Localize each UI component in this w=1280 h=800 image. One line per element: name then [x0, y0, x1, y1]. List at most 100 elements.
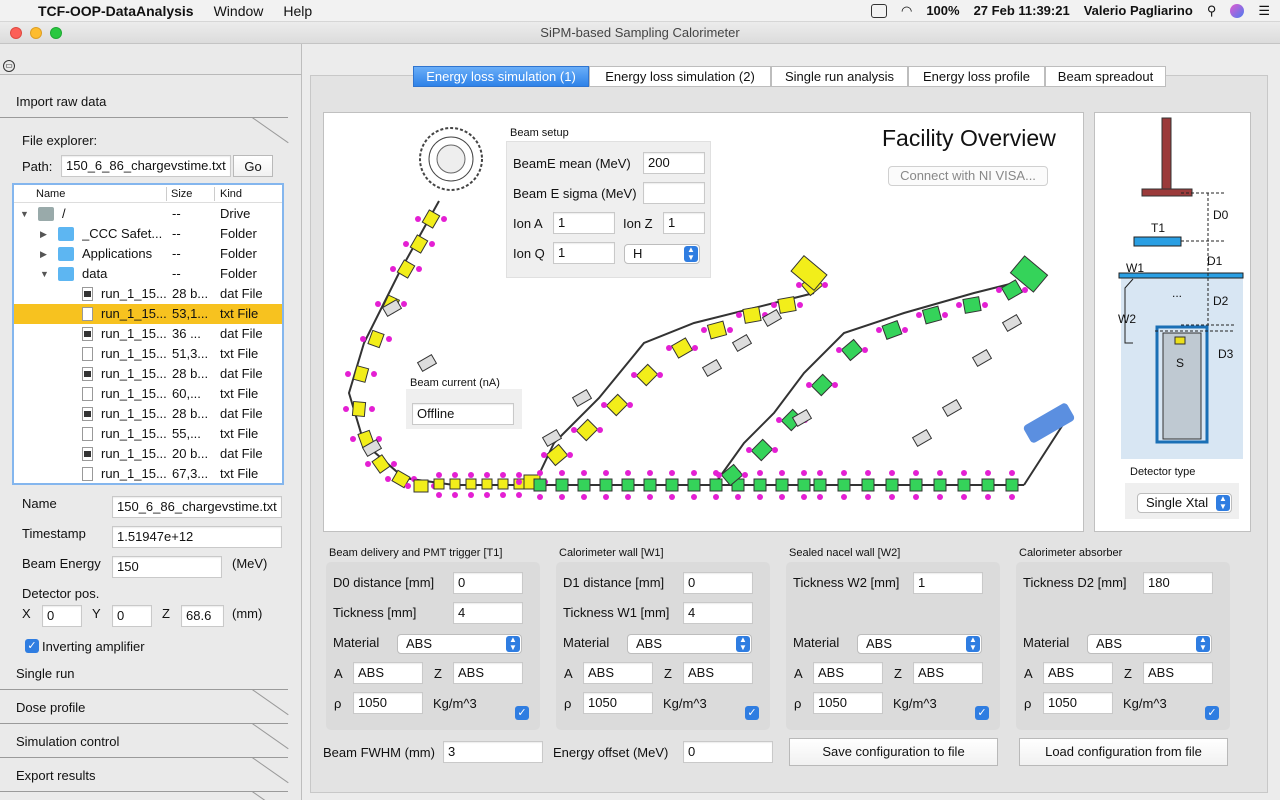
tree-row[interactable]: run_1_15... 20 b... dat File	[14, 444, 282, 464]
path-input[interactable]: 150_6_86_chargevstime.txt	[61, 155, 231, 177]
tree-row-name: Applications	[82, 246, 153, 261]
disclosure-triangle-icon[interactable]: ▼	[20, 204, 29, 224]
section-dose-profile[interactable]: Dose profile	[0, 694, 288, 724]
detach-icon[interactable]: ▭	[3, 60, 15, 72]
disclosure-triangle-icon[interactable]: ▶	[40, 224, 47, 244]
rho-field[interactable]: 1050	[1043, 692, 1113, 714]
material-select[interactable]: ABS ▲ ▼	[1087, 634, 1212, 654]
group-enable-checkbox[interactable]: ✓	[515, 706, 529, 720]
rho-field[interactable]: 1050	[813, 692, 883, 714]
tree-row[interactable]: run_1_15... 55,... txt File	[14, 424, 282, 444]
tree-row[interactable]: ▼ data -- Folder	[14, 264, 282, 284]
disclosure-triangle-icon[interactable]: ▶	[40, 244, 47, 264]
z-field[interactable]: ABS	[1143, 662, 1213, 684]
beam-setup-label: Beam setup	[510, 127, 569, 139]
connect-visa-button[interactable]: Connect with NI VISA...	[888, 166, 1048, 186]
name-field[interactable]: 150_6_86_chargevstime.txt	[112, 496, 282, 518]
detector-type-select[interactable]: Single Xtal ▲ ▼	[1137, 493, 1232, 513]
ion-z-field[interactable]: 1	[663, 212, 705, 234]
field1-input[interactable]: 0	[453, 572, 523, 594]
group-enable-checkbox[interactable]: ✓	[745, 706, 759, 720]
energy-offset-field[interactable]: 0	[683, 741, 773, 763]
field2-input[interactable]: 4	[683, 602, 753, 624]
file-tree[interactable]: Name Size Kind ▼ / -- Drive ▶ _CCC Safet... --…	[12, 183, 284, 485]
tree-row[interactable]: run_1_15... 60,... txt File	[14, 384, 282, 404]
tab-single-run-analysis[interactable]: Single run analysis	[771, 66, 908, 87]
section-single-run[interactable]: Single run	[0, 660, 288, 690]
ion-species-select[interactable]: H ▲ ▼	[624, 244, 700, 264]
beamE-mean-field[interactable]: 200	[643, 152, 705, 174]
battery-label[interactable]: 100%	[926, 3, 959, 18]
tab-energy-loss-profile[interactable]: Energy loss profile	[908, 66, 1045, 87]
beam-energy-field[interactable]: 150	[112, 556, 222, 578]
tree-row[interactable]: ▶ Applications -- Folder	[14, 244, 282, 264]
field1-input[interactable]: 180	[1143, 572, 1213, 594]
section-simulation-control[interactable]: Simulation control	[0, 728, 288, 758]
column-kind[interactable]: Kind	[220, 185, 242, 203]
wifi-icon[interactable]: ◠	[901, 3, 912, 19]
tree-row[interactable]: ▼ / -- Drive	[14, 204, 282, 224]
zoom-icon[interactable]	[50, 27, 62, 39]
rho-field[interactable]: 1050	[353, 692, 423, 714]
tree-row[interactable]: run_1_15... 28 b... dat File	[14, 364, 282, 384]
tree-row[interactable]: run_1_15... 28 b... dat File	[14, 404, 282, 424]
z-field[interactable]: 68.6	[181, 605, 224, 627]
go-button[interactable]: Go	[233, 155, 273, 177]
tab-energy-loss-2[interactable]: Energy loss simulation (2)	[589, 66, 771, 87]
field2-input[interactable]: 4	[453, 602, 523, 624]
material-select[interactable]: ABS ▲ ▼	[627, 634, 752, 654]
column-name[interactable]: Name	[36, 185, 65, 203]
siri-icon[interactable]	[1230, 3, 1245, 18]
tray-icon[interactable]	[870, 3, 887, 18]
tree-row[interactable]: run_1_15... 28 b... dat File	[14, 284, 282, 304]
inverting-amplifier-checkbox[interactable]: ✓	[25, 639, 39, 653]
save-configuration-button[interactable]: Save configuration to file	[789, 738, 998, 766]
tree-row[interactable]: ▶ _CCC Safet... -- Folder	[14, 224, 282, 244]
load-configuration-button[interactable]: Load configuration from file	[1019, 738, 1228, 766]
group-enable-checkbox[interactable]: ✓	[975, 706, 989, 720]
a-field[interactable]: ABS	[813, 662, 883, 684]
ion-q-field[interactable]: 1	[553, 242, 615, 264]
a-field[interactable]: ABS	[353, 662, 423, 684]
ion-a-field[interactable]: 1	[553, 212, 615, 234]
beam-fwhm-field[interactable]: 3	[443, 741, 543, 763]
tree-row-size: --	[172, 246, 181, 261]
field1-input[interactable]: 1	[913, 572, 983, 594]
section-export-results[interactable]: Export results	[0, 762, 288, 792]
user-name[interactable]: Valerio Pagliarino	[1084, 3, 1193, 18]
tree-row[interactable]: run_1_15... 53,1... txt File	[14, 304, 282, 324]
tab-beam-spreadout[interactable]: Beam spreadout	[1045, 66, 1166, 87]
material-select[interactable]: ABS ▲ ▼	[397, 634, 522, 654]
field1-input[interactable]: 0	[683, 572, 753, 594]
z-field[interactable]: ABS	[683, 662, 753, 684]
search-icon[interactable]: ⚲	[1207, 3, 1217, 19]
y-field[interactable]: 0	[112, 605, 152, 627]
column-size[interactable]: Size	[171, 185, 192, 203]
x-field[interactable]: 0	[42, 605, 82, 627]
beamE-sigma-field[interactable]	[643, 182, 705, 204]
section-import-raw-data[interactable]: Import raw data	[0, 88, 288, 118]
tree-row[interactable]: run_1_15... 67,3... txt File	[14, 464, 282, 484]
menu-help[interactable]: Help	[283, 3, 312, 19]
material-select[interactable]: ABS ▲ ▼	[857, 634, 982, 654]
close-icon[interactable]	[10, 27, 22, 39]
tab-energy-loss-1[interactable]: Energy loss simulation (1)	[413, 66, 589, 87]
rho-field[interactable]: 1050	[583, 692, 653, 714]
z-field[interactable]: ABS	[453, 662, 523, 684]
minimize-icon[interactable]	[30, 27, 42, 39]
tree-row[interactable]: run_1_15... 36 ... dat File	[14, 324, 282, 344]
menu-window[interactable]: Window	[214, 3, 264, 19]
datetime[interactable]: 27 Feb 11:39:21	[974, 3, 1070, 18]
timestamp-field[interactable]: 1.51947e+12	[112, 526, 282, 548]
group-enable-checkbox[interactable]: ✓	[1205, 706, 1219, 720]
tree-row-name: run_1_15...	[101, 426, 167, 441]
notification-center-icon[interactable]: ☰	[1258, 3, 1270, 19]
beam-current-field[interactable]: Offline	[412, 403, 514, 425]
diagnostic-element	[941, 398, 963, 418]
menu-app-name[interactable]: TCF-OOP-DataAnalysis	[38, 3, 194, 19]
tree-row[interactable]: run_1_15... 51,3... txt File	[14, 344, 282, 364]
z-field[interactable]: ABS	[913, 662, 983, 684]
a-field[interactable]: ABS	[1043, 662, 1113, 684]
a-field[interactable]: ABS	[583, 662, 653, 684]
disclosure-triangle-icon[interactable]: ▼	[40, 264, 49, 284]
